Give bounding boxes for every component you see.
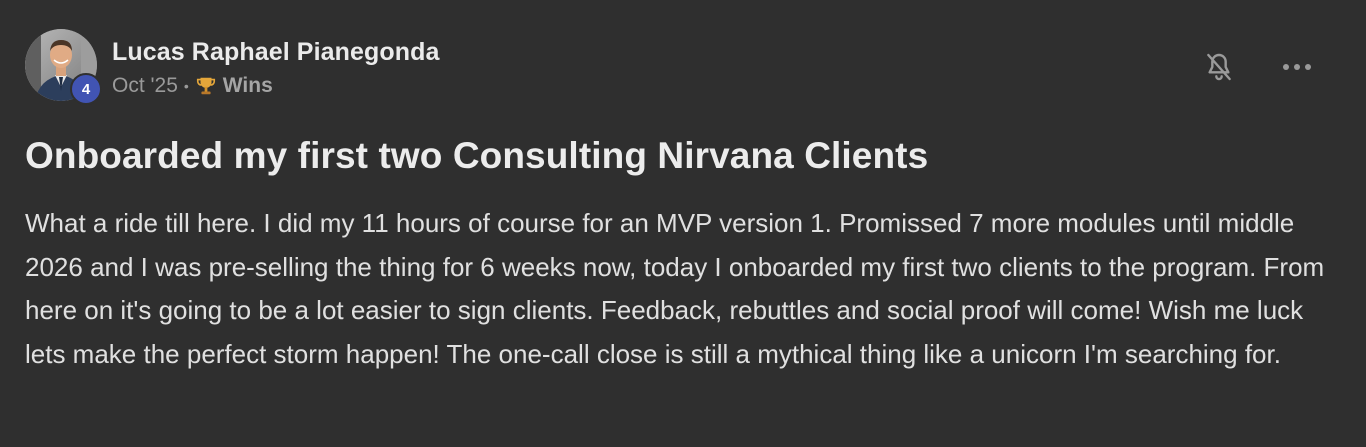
- post-date[interactable]: Oct '25: [112, 74, 178, 98]
- post-subline: Oct '25 • Wins: [112, 74, 440, 98]
- notifications-toggle-button[interactable]: [1200, 48, 1238, 86]
- post-meta: Lucas Raphael Pianegonda Oct '25 • Wins: [112, 29, 440, 98]
- meta-separator: •: [183, 78, 189, 94]
- post-actions: [1200, 48, 1316, 86]
- bell-off-icon: [1207, 53, 1231, 81]
- post-body: What a ride till here. I did my 11 hours…: [25, 208, 1325, 369]
- post-card: 4 Lucas Raphael Pianegonda Oct '25 • Win…: [0, 0, 1366, 447]
- more-options-button[interactable]: [1278, 48, 1316, 86]
- trophy-icon: [196, 77, 215, 95]
- post-header: 4 Lucas Raphael Pianegonda Oct '25 • Win…: [25, 29, 440, 105]
- author-name[interactable]: Lucas Raphael Pianegonda: [112, 37, 440, 67]
- more-horizontal-icon: [1283, 64, 1311, 70]
- level-badge: 4: [70, 73, 102, 105]
- author-avatar-wrapper[interactable]: 4: [25, 29, 102, 105]
- post-title[interactable]: Onboarded my first two Consulting Nirvan…: [25, 134, 928, 178]
- post-category[interactable]: Wins: [223, 74, 273, 98]
